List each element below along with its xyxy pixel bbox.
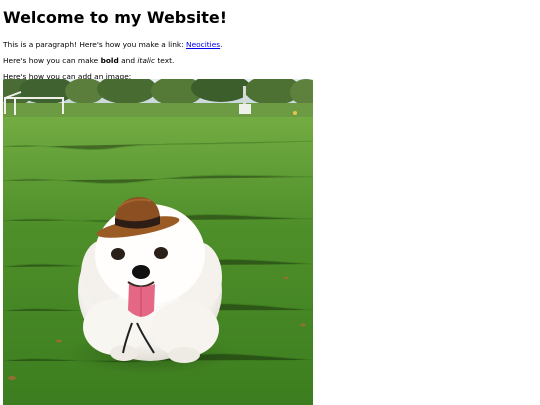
paragraph-link: This is a paragraph! Here's how you make…: [3, 40, 537, 49]
paragraph-formatting: Here's how you can make bold and italic …: [3, 56, 537, 65]
paragraph-link-text: This is a paragraph! Here's how you make…: [3, 40, 187, 49]
distant-pole: [243, 86, 246, 104]
dog-eye-right: [154, 247, 168, 259]
dog-eye-left: [111, 248, 125, 260]
distant-object: [293, 111, 297, 115]
neocities-link[interactable]: Neocities: [186, 40, 220, 49]
distant-sign: [239, 104, 251, 114]
page-body: Welcome to my Website! This is a paragra…: [0, 0, 540, 405]
paragraph-formatting-before: Here's how you can make: [3, 56, 101, 65]
paragraph-formatting-middle: and: [118, 56, 138, 65]
dog-image: [3, 79, 313, 405]
distant-grass: [3, 103, 313, 117]
bold-text: bold: [100, 56, 119, 65]
dog-photo-illustration: [3, 79, 313, 405]
dog-nose: [132, 265, 150, 279]
paragraph-link-end: .: [220, 40, 223, 49]
paragraph-formatting-after: text.: [155, 56, 175, 65]
page-title: Welcome to my Website!: [3, 8, 228, 27]
italic-text: italic: [137, 56, 156, 65]
